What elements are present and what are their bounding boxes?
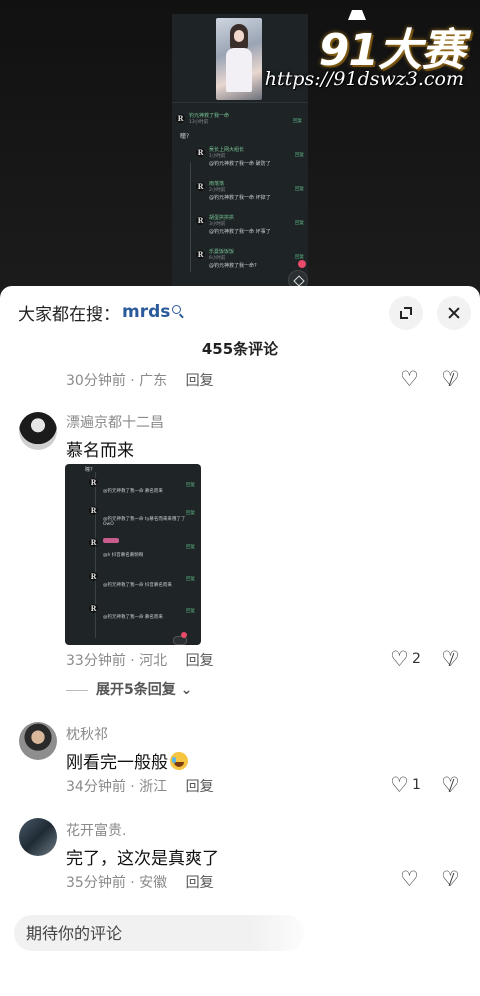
- tag-badge: [103, 538, 119, 543]
- comment-text-row: 刚看完一般般: [66, 748, 188, 773]
- avatar-icon: R: [89, 478, 98, 487]
- comment-text: 慕名而来: [66, 441, 134, 461]
- notification-dot: [298, 260, 306, 268]
- like-button[interactable]: ♡ 1: [388, 774, 424, 796]
- notification-dot: [181, 632, 187, 638]
- thread-line: [95, 472, 96, 638]
- reply-button[interactable]: 回复: [186, 373, 214, 389]
- avatar-icon: R: [89, 506, 98, 515]
- like-button[interactable]: ♡: [398, 368, 424, 390]
- input-fade-overlay: [250, 904, 480, 964]
- comment-meta: 33分钟前 · 河北 回复: [66, 650, 214, 670]
- avatar-icon: R: [89, 604, 98, 613]
- watermark-url: https://91dswz3.com: [264, 68, 464, 90]
- avatar-icon: R: [176, 114, 185, 123]
- video-area[interactable]: R 钓元神救了我一命 13小时前 回复 瞳? R 吴长上网大组长 1小时前 @钓…: [0, 0, 480, 300]
- avatar[interactable]: [19, 722, 57, 760]
- comment-time: 35分钟前 · 安徽: [66, 875, 168, 891]
- dislike-button[interactable]: ♡: [441, 368, 465, 390]
- comment-input[interactable]: [26, 915, 286, 951]
- like-count: 2: [412, 651, 421, 667]
- video-frame: R 钓元神救了我一命 13小时前 回复 瞳? R 吴长上网大组长 1小时前 @钓…: [172, 14, 308, 300]
- search-term[interactable]: mrds: [122, 302, 170, 322]
- avatar[interactable]: [19, 412, 57, 450]
- dislike-button[interactable]: ♡: [441, 868, 465, 890]
- heart-icon: ♡: [390, 647, 409, 671]
- comment-sheet: 大家都在搜： mrds 455条评论 30分钟前 · 广东 回复 ♡ ♡ 漂遍京…: [0, 286, 480, 996]
- close-button[interactable]: [437, 296, 471, 330]
- search-suggestion[interactable]: 大家都在搜： mrds: [18, 300, 182, 325]
- chevron-down-icon: ⌄: [175, 682, 193, 698]
- comment-meta: 30分钟前 · 广东 回复: [66, 370, 214, 390]
- thumb-reply-link: 回复: [293, 119, 302, 124]
- like-button[interactable]: ♡ 2: [388, 648, 424, 670]
- search-icon: [172, 304, 182, 314]
- thumb-reply: R 胡蛋拱拱拱 3小时前 @钓元神救了我一命 坏事了 回复: [196, 215, 304, 235]
- comment-text: 刚看完一般般: [66, 753, 168, 773]
- dislike-button[interactable]: ♡: [441, 648, 465, 670]
- avatar-icon: R: [89, 572, 98, 581]
- divider: [66, 689, 88, 691]
- app-root: R 钓元神救了我一命 13小时前 回复 瞳? R 吴长上网大组长 1小时前 @钓…: [0, 0, 480, 996]
- avatar-icon: R: [196, 250, 205, 259]
- like-button[interactable]: ♡: [398, 868, 424, 890]
- heart-icon: ♡: [390, 773, 409, 797]
- thumb-reply: R 吴长上网大组长 1小时前 @钓元神救了我一命 破防了 回复: [196, 147, 304, 167]
- reply-button[interactable]: 回复: [186, 653, 214, 669]
- avatar[interactable]: [19, 818, 57, 856]
- thumb-reply: R 雨落落 2小时前 @钓元神救了我一命 坏掉了 回复: [196, 181, 304, 201]
- like-count: 1: [412, 777, 421, 793]
- expand-replies-button[interactable]: 展开5条回复 ⌄: [66, 679, 192, 699]
- comment-username[interactable]: 花开富贵.: [66, 820, 126, 840]
- thumb-top-comment: R 钓元神救了我一命 13小时前 回复: [176, 112, 306, 142]
- laughing-emoji-icon: [170, 752, 188, 770]
- comment-count: 455条评论: [201, 340, 279, 358]
- reply-button[interactable]: 回复: [186, 875, 214, 891]
- dislike-button[interactable]: ♡: [441, 774, 465, 796]
- video-thumbnail: [216, 18, 262, 100]
- heart-icon: ♡: [400, 367, 419, 391]
- comment-time: 30分钟前 · 广东: [66, 373, 168, 389]
- heart-icon: ♡: [400, 867, 419, 891]
- search-prefix: 大家都在搜：: [18, 304, 120, 325]
- thread-line: [190, 162, 191, 272]
- thumb-comment-user: 钓元神救了我一命: [189, 113, 230, 119]
- comment-time: 34分钟前 · 浙江: [66, 779, 168, 795]
- comment-meta: 35分钟前 · 安徽 回复: [66, 872, 214, 892]
- reply-button[interactable]: 回复: [186, 779, 214, 795]
- comment-username[interactable]: 枕秋祁: [66, 724, 108, 744]
- watermark: 91大赛 https://91dswz3.com: [265, 10, 465, 94]
- expand-icon: [400, 307, 412, 319]
- avatar-icon: R: [196, 148, 205, 157]
- expand-button[interactable]: [389, 296, 423, 330]
- comment-image[interactable]: 瞳? R @钓元神救了我一命 慕名而来 回复 R @钓元神救了我一命 ty慕名而…: [65, 464, 201, 645]
- thumb-comment-time: 13小时前: [189, 120, 209, 125]
- expand-replies-label: 展开5条回复: [96, 682, 176, 698]
- comment-meta: 34分钟前 · 浙江 回复: [66, 776, 214, 796]
- comment-text: 完了，这次是真爽了: [66, 849, 219, 869]
- thumb-comment-text: 瞳?: [180, 133, 190, 140]
- avatar-icon: R: [89, 538, 98, 547]
- comment-time: 33分钟前 · 河北: [66, 653, 168, 669]
- avatar-icon: R: [196, 182, 205, 191]
- comment-username[interactable]: 漂遍京都十二昌: [66, 412, 164, 432]
- avatar-icon: R: [196, 216, 205, 225]
